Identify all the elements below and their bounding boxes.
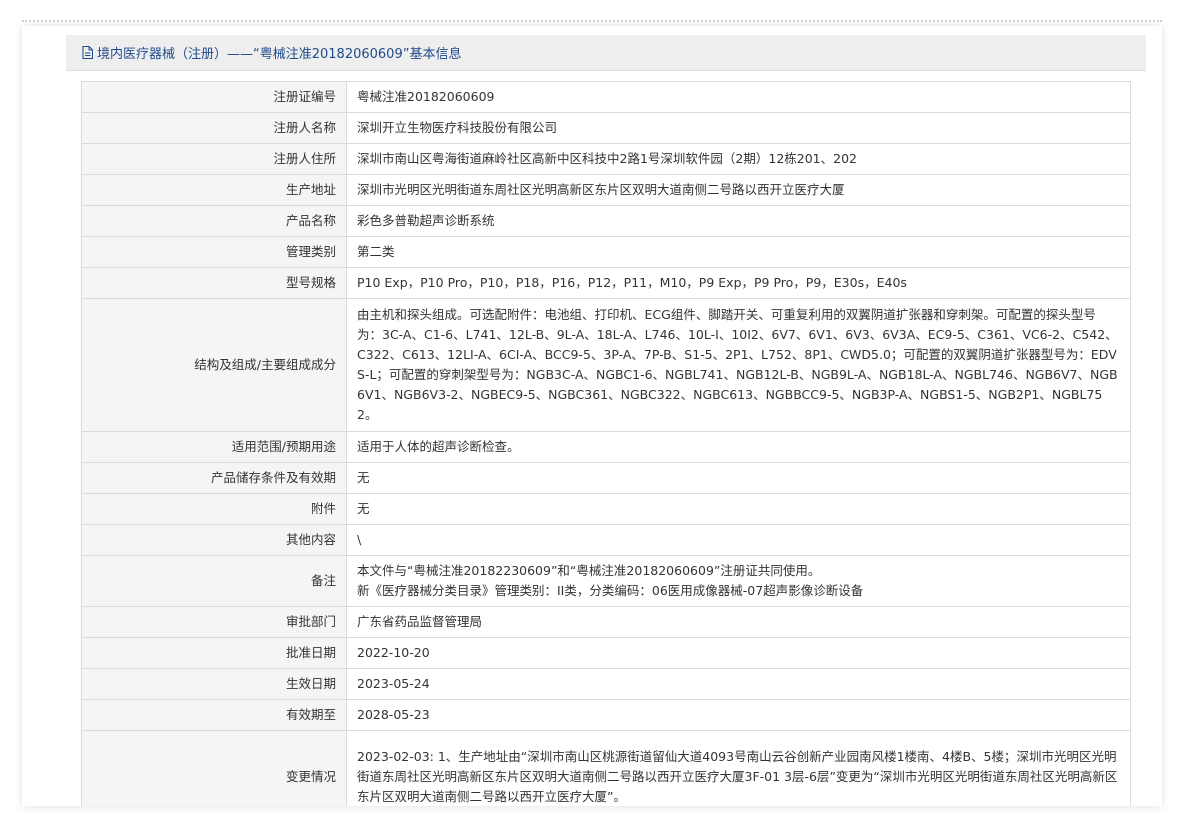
row-label: 批准日期 [81, 637, 347, 669]
row-label: 产品储存条件及有效期 [81, 462, 347, 494]
remark-line-2: 新《医疗器械分类目录》管理类别：II类，分类编码：06医用成像器械-07超声影像… [357, 583, 864, 598]
table-row: 注册证编号 粤械注准20182060609 [81, 81, 1131, 113]
table-row: 批准日期 2022-10-20 [81, 637, 1131, 669]
table-row: 注册人名称 深圳开立生物医疗科技股份有限公司 [81, 112, 1131, 144]
table-row: 变更情况 2023-02-03: 1、生产地址由“深圳市南山区桃源街道留仙大道4… [81, 730, 1131, 806]
row-value: 2022-10-20 [346, 637, 1131, 669]
row-label: 产品名称 [81, 205, 347, 237]
table-row: 审批部门 广东省药品监督管理局 [81, 606, 1131, 638]
info-table: 注册证编号 粤械注准20182060609 注册人名称 深圳开立生物医疗科技股份… [81, 81, 1131, 806]
row-label: 备注 [81, 555, 347, 607]
row-label: 型号规格 [81, 267, 347, 299]
row-value: 2028-05-23 [346, 699, 1131, 731]
table-row: 适用范围/预期用途 适用于人体的超声诊断检查。 [81, 431, 1131, 463]
row-value: P10 Exp，P10 Pro，P10，P18，P16，P12，P11，M10，… [346, 267, 1131, 299]
table-row: 型号规格 P10 Exp，P10 Pro，P10，P18，P16，P12，P11… [81, 267, 1131, 299]
row-value: 广东省药品监督管理局 [346, 606, 1131, 638]
row-value: 深圳市光明区光明街道东周社区光明高新区东片区双明大道南侧二号路以西开立医疗大厦 [346, 174, 1131, 206]
info-card: 境内医疗器械（注册）——“粤械注准20182060609”基本信息 注册证编号 … [22, 26, 1162, 806]
row-label: 适用范围/预期用途 [81, 431, 347, 463]
document-icon [82, 46, 93, 59]
row-label: 注册人名称 [81, 112, 347, 144]
row-label: 管理类别 [81, 236, 347, 268]
card-header: 境内医疗器械（注册）——“粤械注准20182060609”基本信息 [66, 35, 1146, 71]
table-row: 生效日期 2023-05-24 [81, 668, 1131, 700]
row-value: 粤械注准20182060609 [346, 81, 1131, 113]
row-value: 无 [346, 493, 1131, 525]
table-row: 产品储存条件及有效期 无 [81, 462, 1131, 494]
table-row: 其他内容 \ [81, 524, 1131, 556]
row-value: 2023-02-03: 1、生产地址由“深圳市南山区桃源街道留仙大道4093号南… [346, 730, 1131, 806]
row-value: 深圳开立生物医疗科技股份有限公司 [346, 112, 1131, 144]
page-title: 境内医疗器械（注册）——“粤械注准20182060609”基本信息 [97, 47, 462, 62]
row-label: 其他内容 [81, 524, 347, 556]
row-label: 结构及组成/主要组成成分 [81, 298, 347, 432]
top-dotted-divider [22, 20, 1162, 22]
row-label: 有效期至 [81, 699, 347, 731]
table-row: 产品名称 彩色多普勒超声诊断系统 [81, 205, 1131, 237]
row-value: 彩色多普勒超声诊断系统 [346, 205, 1131, 237]
table-row: 注册人住所 深圳市南山区粤海街道麻岭社区高新中区科技中2路1号深圳软件园（2期）… [81, 143, 1131, 175]
row-value: 第二类 [346, 236, 1131, 268]
remark-line-1: 本文件与“粤械注准20182230609”和“粤械注准20182060609”注… [357, 563, 821, 578]
table-row: 生产地址 深圳市光明区光明街道东周社区光明高新区东片区双明大道南侧二号路以西开立… [81, 174, 1131, 206]
table-row: 结构及组成/主要组成成分 由主机和探头组成。可选配附件：电池组、打印机、ECG组… [81, 298, 1131, 432]
row-label: 注册证编号 [81, 81, 347, 113]
row-value: \ [346, 524, 1131, 556]
table-row: 管理类别 第二类 [81, 236, 1131, 268]
row-label: 附件 [81, 493, 347, 525]
row-label: 注册人住所 [81, 143, 347, 175]
table-row: 有效期至 2028-05-23 [81, 699, 1131, 731]
row-value: 无 [346, 462, 1131, 494]
table-row: 附件 无 [81, 493, 1131, 525]
row-label: 生效日期 [81, 668, 347, 700]
row-value: 由主机和探头组成。可选配附件：电池组、打印机、ECG组件、脚踏开关、可重复利用的… [346, 298, 1131, 432]
row-value: 2023-05-24 [346, 668, 1131, 700]
row-label: 生产地址 [81, 174, 347, 206]
table-row: 备注 本文件与“粤械注准20182230609”和“粤械注准2018206060… [81, 555, 1131, 607]
row-value: 本文件与“粤械注准20182230609”和“粤械注准20182060609”注… [346, 555, 1131, 607]
row-value: 深圳市南山区粤海街道麻岭社区高新中区科技中2路1号深圳软件园（2期）12栋201… [346, 143, 1131, 175]
row-label: 变更情况 [81, 730, 347, 806]
row-value: 适用于人体的超声诊断检查。 [346, 431, 1131, 463]
row-label: 审批部门 [81, 606, 347, 638]
